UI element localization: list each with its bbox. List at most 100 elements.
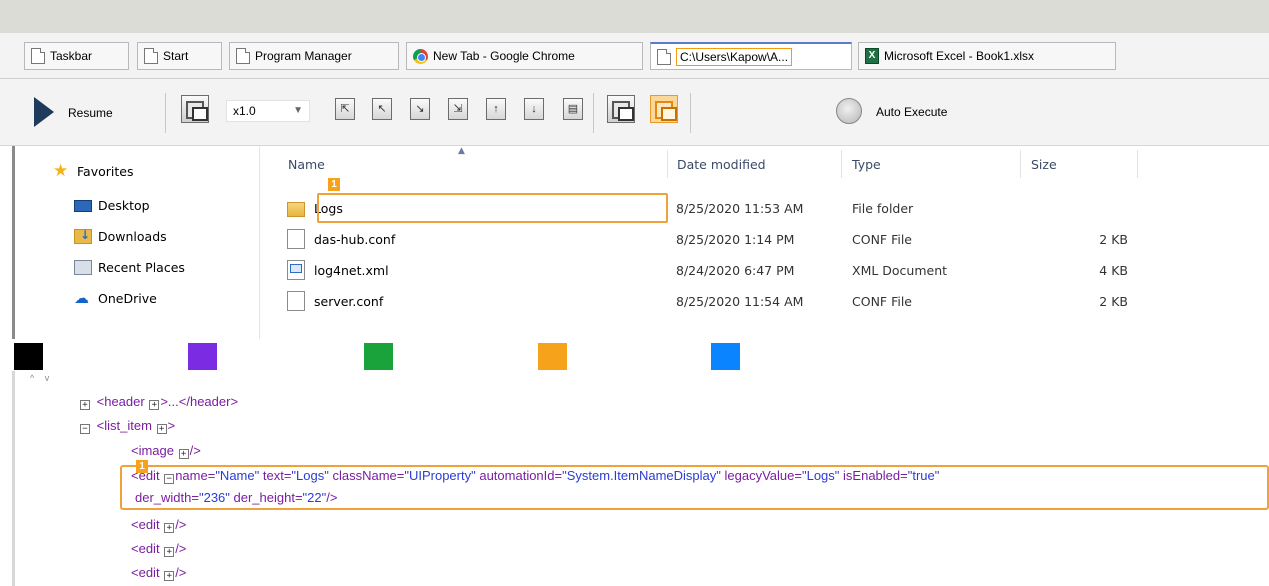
zoom-select[interactable]: x1.0 ▼ bbox=[226, 100, 310, 122]
collapse-expand-arrows-icon[interactable]: ^ v bbox=[30, 373, 53, 383]
expand-attributes-icon[interactable]: + bbox=[164, 523, 175, 533]
xml-node-header[interactable]: + <header + >...</header> bbox=[80, 394, 238, 410]
file-row-log4net-xml[interactable]: log4net.xml bbox=[287, 258, 389, 282]
element-highlight-box bbox=[317, 193, 668, 223]
file-icon bbox=[287, 291, 305, 311]
document-icon bbox=[657, 48, 671, 65]
nav-item-desktop[interactable]: Desktop bbox=[74, 198, 150, 213]
tab-label: Microsoft Excel - Book1.xlsx bbox=[884, 49, 1035, 63]
color-swatch-orange[interactable] bbox=[538, 343, 567, 370]
nav-parent-button[interactable]: ↑ bbox=[486, 98, 506, 120]
xml-tag: <edit bbox=[131, 517, 160, 532]
tab-taskbar[interactable]: Taskbar bbox=[24, 42, 129, 70]
xml-tag: <list_item bbox=[96, 418, 152, 433]
nav-up-left-button[interactable]: ↖ bbox=[372, 98, 392, 120]
expand-attributes-icon[interactable]: + bbox=[156, 424, 167, 434]
tab-bar: Taskbar Start Program Manager New Tab - … bbox=[0, 33, 1269, 79]
column-header-size[interactable]: Size bbox=[1031, 157, 1057, 172]
document-icon bbox=[144, 48, 158, 64]
tab-label: C:\Users\Kapow\A... bbox=[676, 47, 793, 66]
expand-icon[interactable]: + bbox=[80, 400, 90, 410]
nav-item-label: OneDrive bbox=[98, 291, 157, 306]
color-swatch-green[interactable] bbox=[364, 343, 393, 370]
color-swatch-purple[interactable] bbox=[188, 343, 217, 370]
xml-highlight-box bbox=[120, 465, 1269, 510]
file-explorer-pane: ★ Favorites Desktop Downloads Recent Pla… bbox=[0, 146, 1269, 339]
tab-start[interactable]: Start bbox=[137, 42, 222, 70]
arrow-down-right-icon: ↘ bbox=[415, 102, 425, 115]
resume-label: Resume bbox=[68, 106, 113, 120]
highlight-toggle-button[interactable] bbox=[650, 95, 678, 123]
arrow-down-icon: ↓ bbox=[531, 102, 537, 115]
xml-tag: <image bbox=[131, 443, 174, 458]
file-type: CONF File bbox=[852, 232, 912, 247]
window-capture-button[interactable] bbox=[607, 95, 635, 123]
xml-node-edit[interactable]: <edit +/> bbox=[131, 565, 186, 581]
tab-file-explorer[interactable]: C:\Users\Kapow\A... bbox=[650, 42, 852, 70]
nav-item-label: Desktop bbox=[98, 198, 150, 213]
xml-tag: <edit bbox=[131, 565, 160, 580]
view-source-button[interactable]: ▤ bbox=[563, 98, 583, 120]
file-row-server-conf[interactable]: server.conf bbox=[287, 289, 383, 313]
xml-node-edit[interactable]: <edit +/> bbox=[131, 541, 186, 557]
column-header-name[interactable]: Name bbox=[288, 157, 325, 172]
arrow-up-icon: ↑ bbox=[493, 102, 499, 115]
nav-item-label: Favorites bbox=[77, 164, 134, 179]
page-icon: ▤ bbox=[567, 102, 579, 115]
nav-item-recent-places[interactable]: Recent Places bbox=[74, 260, 185, 275]
nav-item-favorites[interactable]: ★ Favorites bbox=[53, 163, 134, 180]
file-type: CONF File bbox=[852, 294, 912, 309]
column-divider bbox=[1137, 150, 1138, 178]
file-size: 2 KB bbox=[1099, 294, 1128, 309]
navigation-pane: ★ Favorites Desktop Downloads Recent Pla… bbox=[15, 146, 260, 339]
downloads-icon bbox=[74, 228, 92, 244]
nav-item-downloads[interactable]: Downloads bbox=[74, 228, 167, 244]
toolbar-separator bbox=[690, 93, 691, 133]
toolbar-separator bbox=[165, 93, 166, 133]
collapse-icon[interactable]: − bbox=[80, 424, 90, 434]
xml-tag: <edit bbox=[131, 541, 160, 556]
xml-node-image[interactable]: <image +/> bbox=[131, 443, 201, 459]
auto-execute-label: Auto Execute bbox=[876, 105, 948, 119]
file-date: 8/25/2020 11:54 AM bbox=[676, 294, 804, 309]
xml-tag-close: /> bbox=[175, 517, 187, 532]
file-name: das-hub.conf bbox=[314, 231, 396, 247]
column-header-type[interactable]: Type bbox=[852, 157, 881, 172]
pane-border bbox=[12, 371, 15, 586]
file-type: File folder bbox=[852, 201, 914, 216]
arrow-up-left-icon: ↖ bbox=[377, 102, 387, 115]
step-back-button[interactable] bbox=[181, 95, 209, 123]
file-row-das-hub-conf[interactable]: das-hub.conf bbox=[287, 227, 395, 251]
nav-child-button[interactable]: ↓ bbox=[524, 98, 544, 120]
expand-attributes-icon[interactable]: + bbox=[164, 571, 175, 581]
xml-node-edit[interactable]: <edit +/> bbox=[131, 517, 186, 533]
tab-google-chrome[interactable]: New Tab - Google Chrome bbox=[406, 42, 643, 70]
file-name: log4net.xml bbox=[314, 262, 389, 278]
xml-tag: <header bbox=[96, 394, 145, 409]
tab-program-manager[interactable]: Program Manager bbox=[229, 42, 399, 70]
tab-label: Start bbox=[163, 49, 189, 63]
color-swatch-blue[interactable] bbox=[711, 343, 740, 370]
column-header-date-modified[interactable]: Date modified bbox=[677, 157, 766, 172]
nav-last-button[interactable]: ⇲ bbox=[448, 98, 468, 120]
color-swatch-black[interactable] bbox=[14, 343, 43, 370]
tab-microsoft-excel[interactable]: X Microsoft Excel - Book1.xlsx bbox=[858, 42, 1116, 70]
xml-file-icon bbox=[287, 260, 305, 280]
document-icon bbox=[236, 48, 250, 64]
arrow-up-left-double-icon: ⇱ bbox=[340, 102, 350, 115]
auto-execute-toggle[interactable] bbox=[836, 98, 862, 124]
xml-node-list-item[interactable]: − <list_item + > bbox=[80, 418, 175, 434]
nav-first-button[interactable]: ⇱ bbox=[335, 98, 355, 120]
expand-attributes-icon[interactable]: + bbox=[164, 547, 175, 557]
nav-item-onedrive[interactable]: ☁ OneDrive bbox=[74, 289, 157, 307]
column-divider bbox=[1020, 150, 1021, 178]
onedrive-icon: ☁ bbox=[74, 289, 89, 307]
zoom-value: x1.0 bbox=[233, 104, 256, 118]
window-top-strip bbox=[0, 0, 1269, 33]
expand-attributes-icon[interactable]: + bbox=[178, 449, 189, 459]
nav-down-right-button[interactable]: ↘ bbox=[410, 98, 430, 120]
file-size: 4 KB bbox=[1099, 263, 1128, 278]
expand-attributes-icon[interactable]: + bbox=[149, 400, 160, 410]
tab-label: Program Manager bbox=[255, 49, 352, 63]
tab-label: New Tab - Google Chrome bbox=[433, 49, 575, 63]
